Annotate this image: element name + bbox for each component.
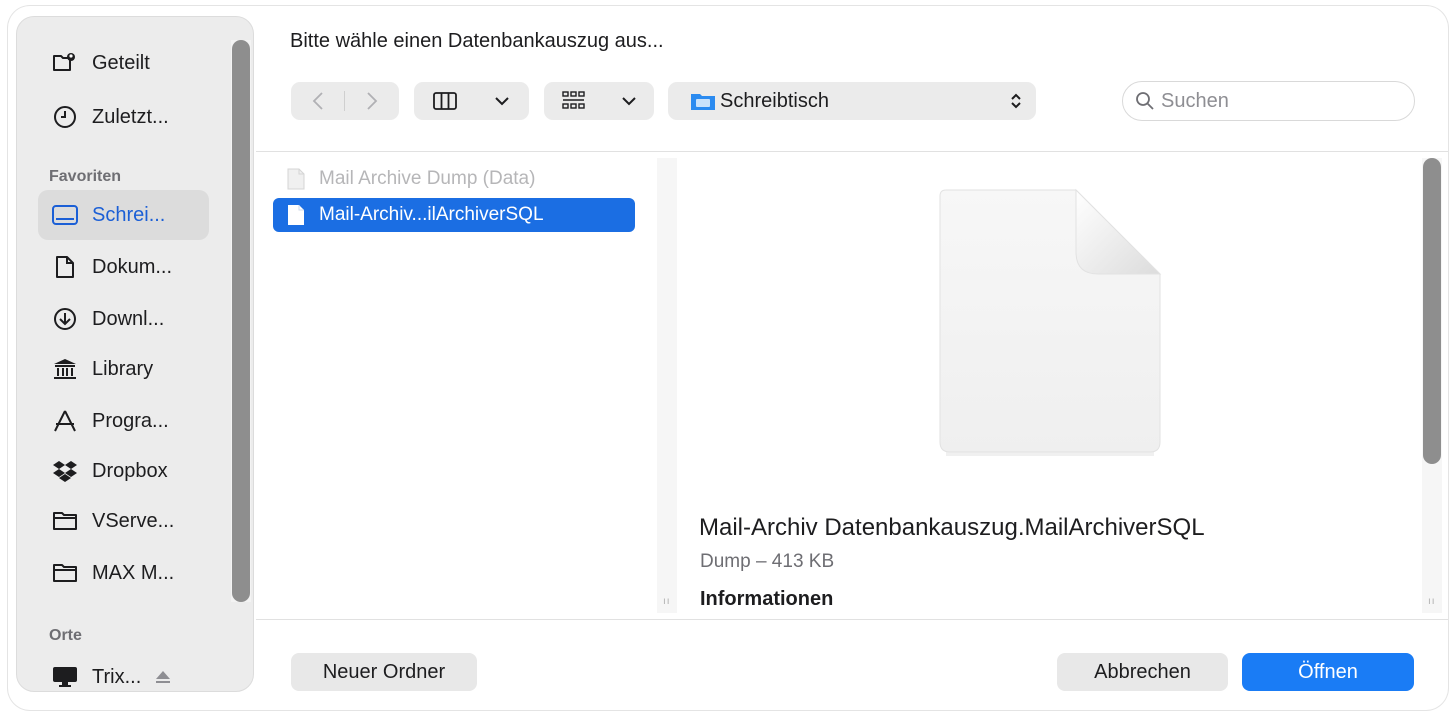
sidebar-item-max[interactable]: MAX M... bbox=[38, 548, 209, 598]
sidebar-item-trix[interactable]: Trix... bbox=[38, 652, 209, 702]
library-icon bbox=[52, 356, 78, 382]
file-icon bbox=[288, 205, 304, 225]
sidebar-item-dropbox[interactable]: Dropbox bbox=[38, 446, 209, 496]
document-icon bbox=[52, 254, 78, 280]
sidebar-item-zuletzt[interactable]: Zuletzt... bbox=[38, 92, 209, 142]
chevron-left-icon bbox=[312, 92, 323, 110]
column-resize-handle[interactable]: ıı bbox=[663, 596, 671, 607]
folder-icon bbox=[52, 560, 78, 586]
dialog-title: Bitte wähle einen Datenbankauszug aus... bbox=[290, 30, 664, 52]
sidebar-item-label: Zuletzt... bbox=[92, 105, 169, 128]
document-preview-icon bbox=[939, 188, 1162, 456]
sidebar-item-label: MAX M... bbox=[92, 561, 175, 584]
desktop-folder-icon bbox=[691, 94, 715, 110]
preview-info-header: Informationen bbox=[700, 588, 834, 610]
group-by-button[interactable] bbox=[544, 82, 654, 120]
new-folder-button[interactable]: Neuer Ordner bbox=[291, 653, 477, 691]
eject-icon[interactable] bbox=[155, 670, 171, 684]
sidebar-item-label: Dokum... bbox=[92, 255, 173, 278]
chevron-down-icon bbox=[621, 97, 636, 106]
toolbar-divider bbox=[256, 151, 1448, 152]
dropbox-icon bbox=[52, 458, 78, 484]
sidebar-item-label: Geteilt bbox=[92, 51, 150, 74]
preview-file-name: Mail-Archiv Datenbankauszug.MailArchiver… bbox=[699, 514, 1205, 541]
sidebar-item-schreibtisch[interactable]: Schrei... bbox=[38, 190, 209, 240]
sidebar-item-vserver[interactable]: VServe... bbox=[38, 496, 209, 546]
preview-file-meta: Dump – 413 KB bbox=[700, 551, 835, 572]
sidebar-section-favorites: Favoriten bbox=[49, 168, 122, 185]
open-button[interactable]: Öffnen bbox=[1242, 653, 1414, 691]
grid-icon bbox=[561, 91, 585, 109]
file-icon bbox=[287, 168, 305, 190]
applications-icon bbox=[52, 408, 78, 434]
search-input[interactable] bbox=[1161, 89, 1401, 113]
footer-divider bbox=[256, 619, 1448, 620]
updown-chevron-icon bbox=[1010, 92, 1022, 110]
search-field[interactable] bbox=[1122, 81, 1415, 121]
view-mode-button[interactable] bbox=[414, 82, 529, 120]
sidebar-item-downloads[interactable]: Downl... bbox=[38, 294, 209, 344]
sidebar-item-label: VServe... bbox=[92, 509, 175, 532]
shared-folder-icon bbox=[52, 50, 78, 76]
sidebar-section-places: Orte bbox=[49, 627, 82, 644]
sidebar-item-dokumente[interactable]: Dokum... bbox=[38, 242, 209, 292]
sidebar-item-label: Trix... bbox=[92, 665, 142, 688]
location-popup[interactable]: Schreibtisch bbox=[668, 82, 1036, 120]
sidebar-item-geteilt[interactable]: Geteilt bbox=[38, 38, 209, 88]
location-label: Schreibtisch bbox=[720, 89, 829, 112]
cancel-button[interactable]: Abbrechen bbox=[1057, 653, 1228, 691]
forward-button[interactable] bbox=[345, 91, 398, 111]
sidebar-item-label: Schrei... bbox=[92, 203, 166, 226]
file-name: Mail Archive Dump (Data) bbox=[319, 168, 536, 189]
sidebar-item-label: Progra... bbox=[92, 409, 169, 432]
chevron-right-icon bbox=[366, 92, 377, 110]
file-row-disabled: Mail Archive Dump (Data) bbox=[273, 162, 635, 196]
desktop-icon bbox=[52, 202, 78, 228]
sidebar-item-label: Downl... bbox=[92, 307, 165, 330]
navigation-buttons bbox=[291, 82, 399, 120]
download-icon bbox=[52, 306, 78, 332]
sidebar-scrollbar-thumb[interactable] bbox=[232, 40, 250, 602]
file-row-selected[interactable]: Mail-Archiv...ilArchiverSQL bbox=[273, 198, 635, 232]
folder-icon bbox=[52, 508, 78, 534]
sidebar-item-programme[interactable]: Progra... bbox=[38, 396, 209, 446]
back-button[interactable] bbox=[291, 91, 344, 111]
search-icon bbox=[1136, 92, 1154, 110]
sidebar-item-library[interactable]: Library bbox=[38, 344, 209, 394]
column-scrollbar-track[interactable] bbox=[657, 158, 677, 613]
file-name: Mail-Archiv...ilArchiverSQL bbox=[319, 204, 544, 225]
preview-scrollbar-thumb[interactable] bbox=[1423, 158, 1441, 464]
sidebar-item-label: Dropbox bbox=[92, 459, 168, 482]
preview-resize-handle[interactable]: ıı bbox=[1428, 596, 1436, 607]
column-view-icon bbox=[432, 92, 457, 110]
chevron-down-icon bbox=[495, 97, 509, 106]
clock-icon bbox=[52, 104, 78, 130]
computer-icon bbox=[52, 664, 78, 690]
sidebar-item-label: Library bbox=[92, 357, 154, 380]
